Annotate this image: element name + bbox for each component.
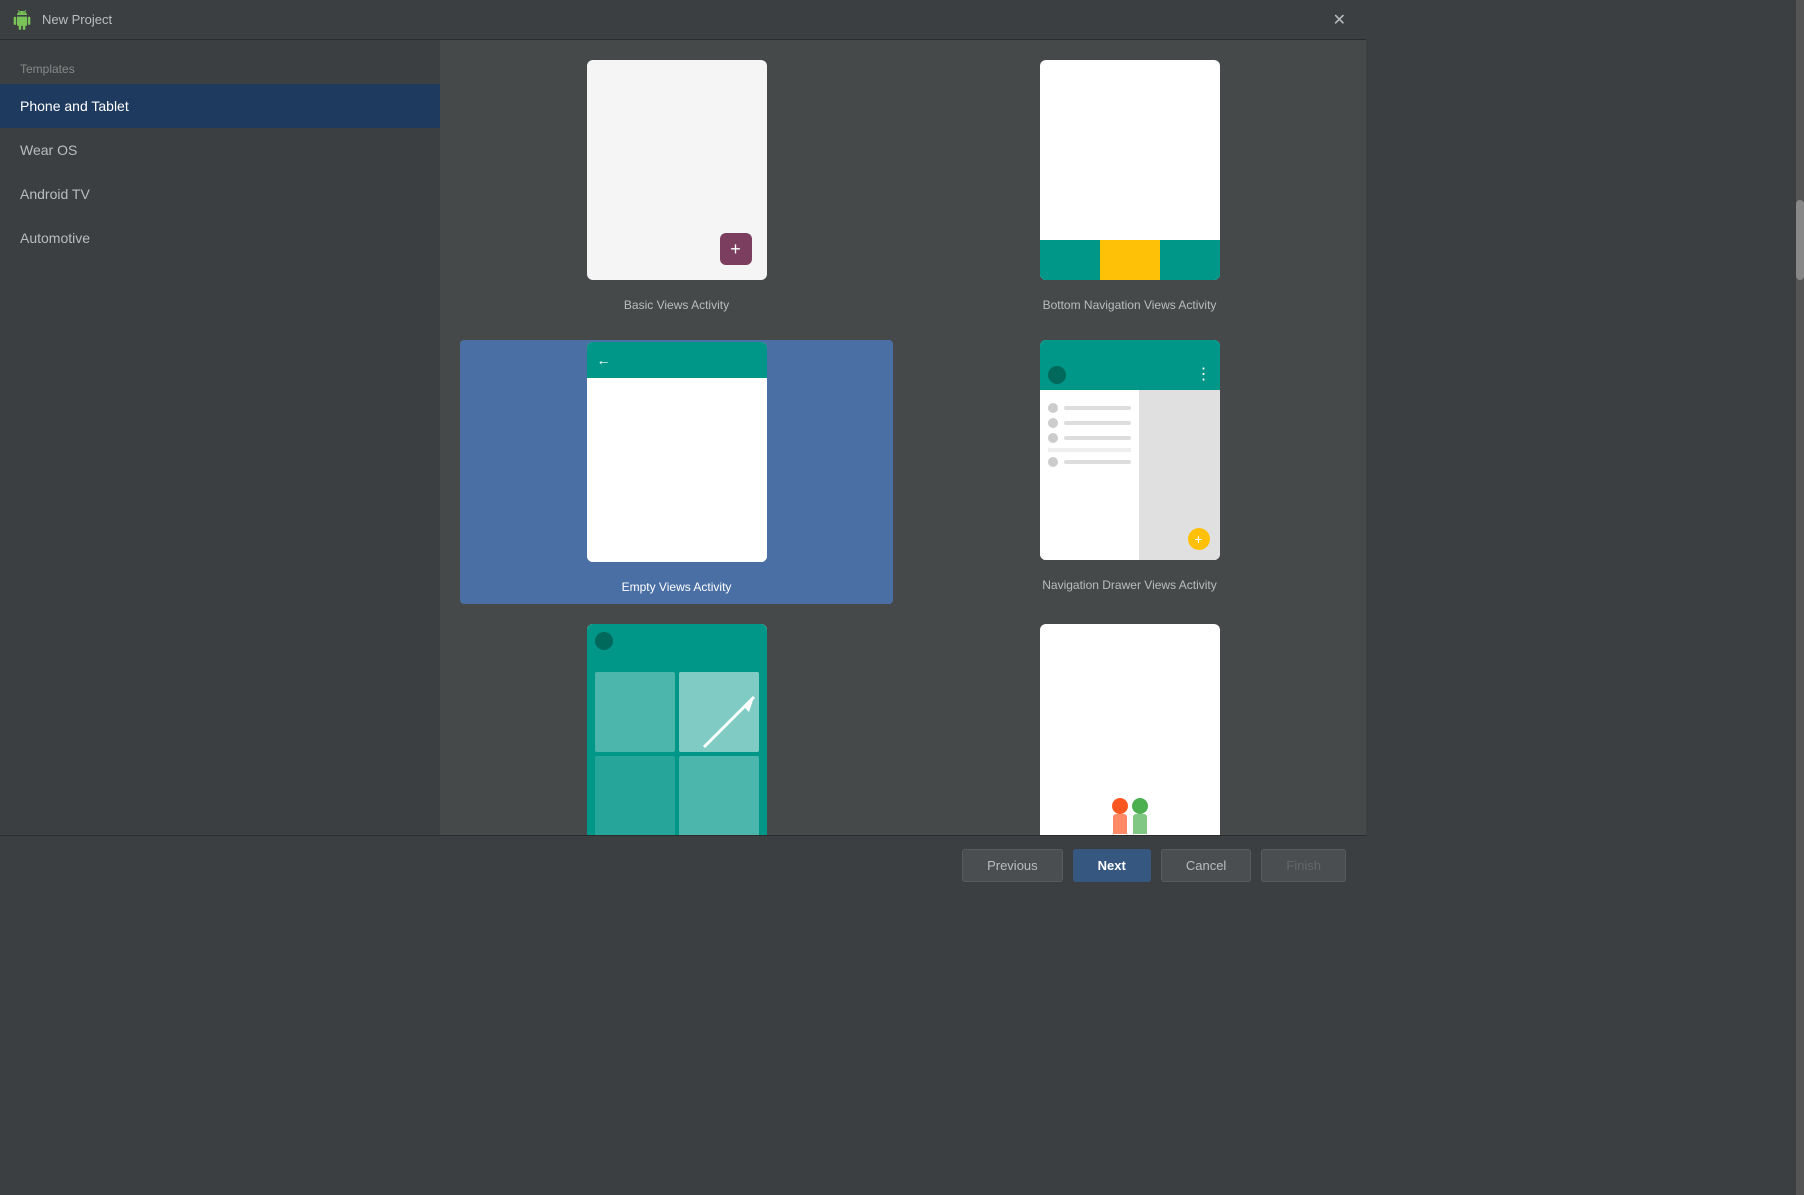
template-preview-chart [587, 624, 767, 835]
template-card-empty-views[interactable]: ← Empty Views Activity [460, 340, 893, 604]
template-label-bottom-nav: Bottom Navigation Views Activity [1031, 290, 1229, 320]
main-content: Templates Phone and Tablet Wear OS Andro… [0, 40, 1366, 835]
template-label-basic-views: Basic Views Activity [612, 290, 741, 320]
template-card-basic-views[interactable]: + Basic Views Activity [460, 60, 893, 320]
window-title: New Project [42, 12, 1325, 27]
nav-drawer-fab: + [1188, 528, 1210, 550]
next-button[interactable]: Next [1073, 849, 1151, 882]
previous-button[interactable]: Previous [962, 849, 1063, 882]
template-card-chart[interactable]: Fragment + ViewModel [460, 624, 893, 835]
cancel-button[interactable]: Cancel [1161, 849, 1251, 882]
template-preview-figure [1040, 624, 1220, 835]
template-label-empty-views: Empty Views Activity [610, 572, 744, 602]
sidebar-section-label: Templates [0, 50, 440, 84]
close-button[interactable]: ✕ [1325, 6, 1354, 34]
template-card-figure[interactable]: Login Activity [913, 624, 1346, 835]
template-label-nav-drawer: Navigation Drawer Views Activity [1030, 570, 1229, 600]
sidebar: Templates Phone and Tablet Wear OS Andro… [0, 40, 440, 835]
template-preview-bottom-nav [1040, 60, 1220, 280]
template-preview-basic-views: + [587, 60, 767, 280]
fab-plus-icon: + [720, 233, 752, 265]
sidebar-item-android-tv[interactable]: Android TV [0, 172, 440, 216]
android-icon [12, 10, 32, 30]
template-preview-empty-views: ← [587, 342, 767, 562]
finish-button[interactable]: Finish [1261, 849, 1346, 882]
template-grid: + Basic Views Activity Bottom Navigation… [440, 40, 1366, 835]
template-card-nav-drawer[interactable]: ⋮ [913, 340, 1346, 604]
sidebar-item-phone-tablet[interactable]: Phone and Tablet [0, 84, 440, 128]
template-preview-nav-drawer: ⋮ [1040, 340, 1220, 560]
footer: Previous Next Cancel Finish [0, 835, 1366, 895]
sidebar-item-wear-os[interactable]: Wear OS [0, 128, 440, 172]
titlebar: New Project ✕ [0, 0, 1366, 40]
sidebar-item-automotive[interactable]: Automotive [0, 216, 440, 260]
template-card-bottom-nav[interactable]: Bottom Navigation Views Activity [913, 60, 1346, 320]
